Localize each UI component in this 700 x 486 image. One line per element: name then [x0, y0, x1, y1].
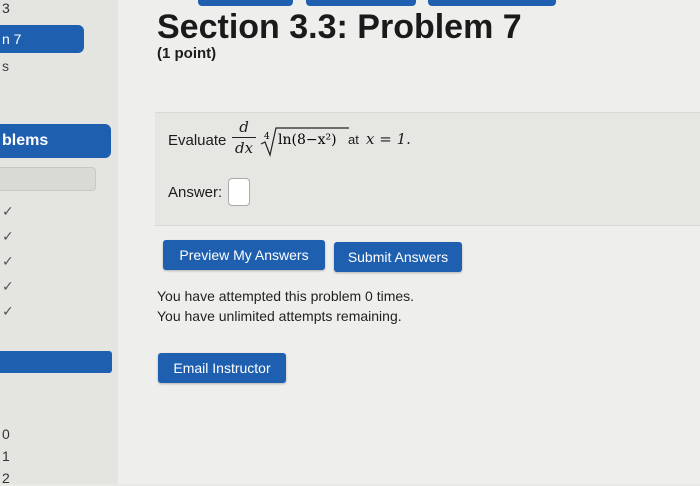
sidebar-search-bar[interactable] [0, 167, 96, 191]
radical-sign-icon: 4 ln(8−x²) [260, 127, 349, 158]
derivative-numerator: d [239, 118, 249, 136]
preview-answers-button[interactable]: Preview My Answers [163, 240, 325, 270]
check-icon: ✓ [2, 253, 14, 269]
evaluate-label: Evaluate [168, 132, 227, 149]
sidebar-number: 0 [2, 426, 10, 442]
check-icon: ✓ [2, 228, 14, 244]
sidebar-item-problem-7[interactable]: n 7 [0, 25, 84, 53]
sidebar-partial-number: 3 [2, 0, 10, 16]
sidebar-problems-heading[interactable]: blems [0, 124, 111, 158]
page-title: Section 3.3: Problem 7 [157, 8, 522, 46]
submit-answers-button[interactable]: Submit Answers [334, 242, 462, 272]
top-nav-button[interactable] [306, 0, 416, 6]
attempts-message: You have attempted this problem 0 times. [157, 288, 415, 304]
top-nav-button[interactable] [198, 0, 293, 6]
check-icon: ✓ [2, 278, 14, 294]
at-expression: x = 1. [366, 130, 411, 148]
answer-label: Answer: [168, 184, 223, 201]
sidebar: 3 n 7 s blems ✓ ✓ ✓ ✓ ✓ 0 1 2 [0, 0, 118, 486]
radical-index: 4 [264, 132, 270, 142]
derivative-fraction: d dx [232, 118, 256, 157]
problem-points: (1 point) [157, 45, 217, 62]
fraction-bar [232, 137, 256, 138]
at-label: at [348, 132, 359, 147]
email-instructor-button[interactable]: Email Instructor [158, 353, 286, 383]
derivative-denominator: dx [234, 139, 254, 157]
remaining-message: You have unlimited attempts remaining. [157, 308, 402, 324]
check-icon: ✓ [2, 303, 14, 319]
sidebar-blue-bar[interactable] [0, 351, 112, 373]
answer-input[interactable] [228, 178, 250, 206]
check-icon: ✓ [2, 203, 14, 219]
top-nav-button[interactable] [428, 0, 556, 6]
sidebar-problems-label: blems [2, 132, 49, 149]
sidebar-number: 1 [2, 448, 10, 464]
sidebar-item-label: n 7 [2, 31, 22, 47]
sidebar-s-text: s [2, 58, 9, 74]
radicand: ln(8−x²) [278, 132, 337, 148]
